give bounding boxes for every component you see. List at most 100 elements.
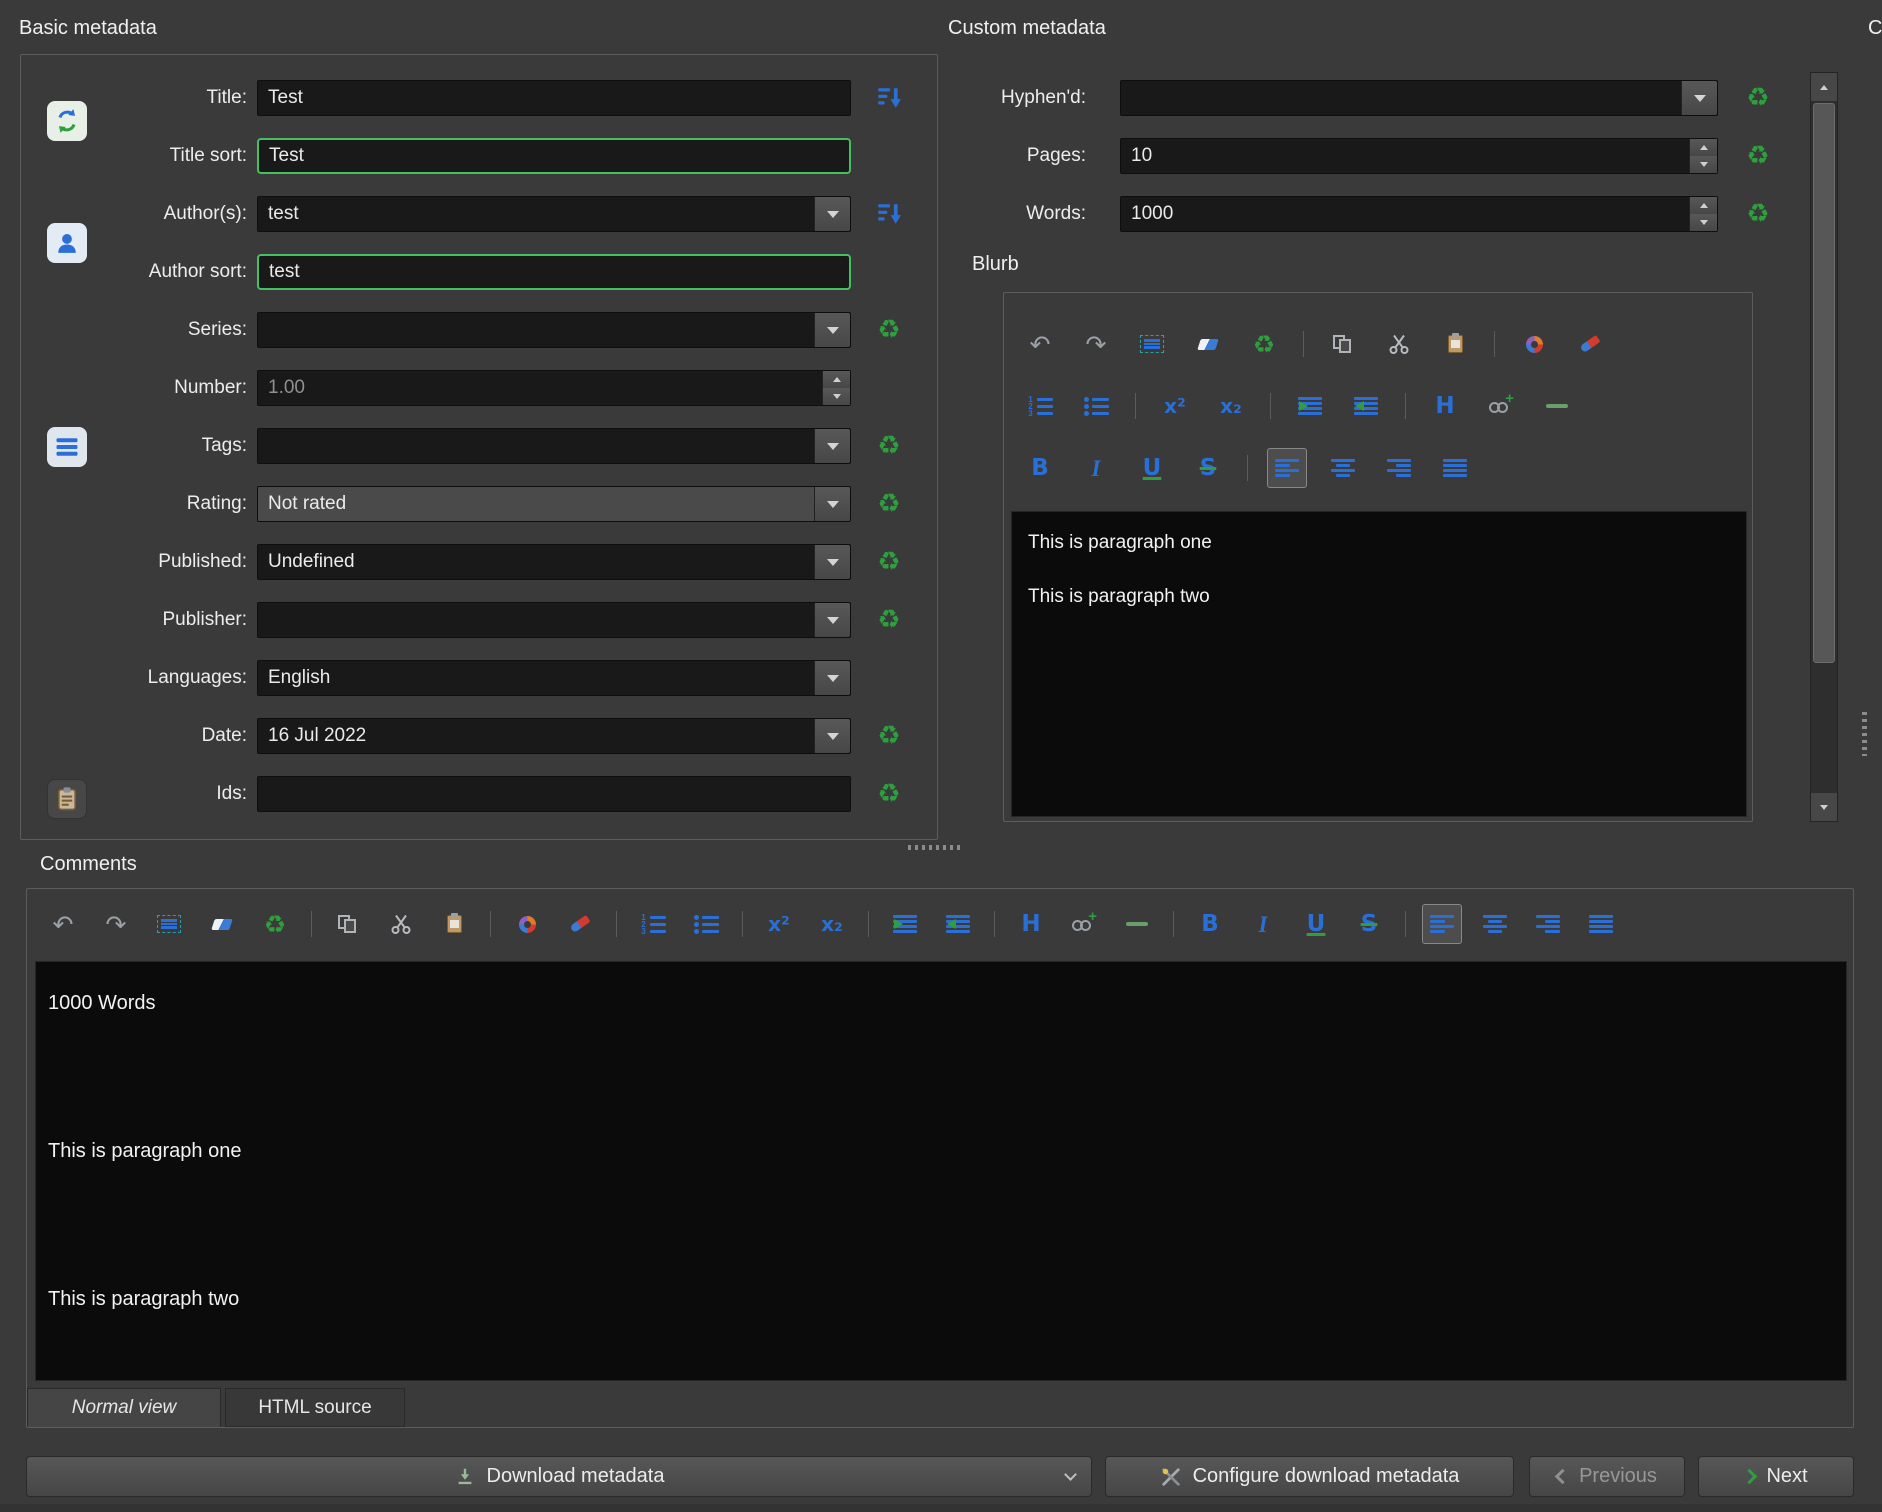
italic-icon[interactable]: I: [1243, 904, 1283, 944]
indent-icon[interactable]: [885, 904, 925, 944]
undo-icon[interactable]: ↶: [43, 904, 83, 944]
fill-color-icon[interactable]: [507, 904, 547, 944]
strikethrough-icon[interactable]: S: [1349, 904, 1389, 944]
superscript-icon[interactable]: x²: [759, 904, 799, 944]
scrollbar-thumb[interactable]: [1813, 103, 1835, 663]
outdent-icon[interactable]: [938, 904, 978, 944]
title-input[interactable]: [257, 80, 851, 116]
bold-icon[interactable]: B: [1190, 904, 1230, 944]
paste-icon[interactable]: [1435, 324, 1475, 364]
tab-html-source[interactable]: HTML source: [225, 1388, 405, 1427]
heading-icon[interactable]: H: [1425, 386, 1465, 426]
align-center-icon[interactable]: [1323, 448, 1363, 488]
horizontal-rule-icon[interactable]: [1537, 386, 1577, 426]
redo-icon[interactable]: ↷: [1076, 324, 1116, 364]
subscript-icon[interactable]: x₂: [1211, 386, 1251, 426]
comments-editor-area[interactable]: 1000 Words This is paragraph one This is p…: [35, 961, 1847, 1381]
clear-published-button[interactable]: ♻: [870, 543, 908, 581]
hyphend-combo[interactable]: [1120, 80, 1718, 116]
scroll-down-icon[interactable]: [1811, 793, 1837, 821]
chevron-down-icon[interactable]: [814, 545, 850, 579]
scroll-up-icon[interactable]: [1811, 73, 1837, 101]
clear-date-button[interactable]: ♻: [870, 717, 908, 755]
auto-title-sort-button[interactable]: [870, 79, 908, 117]
chevron-down-icon[interactable]: [814, 661, 850, 695]
authors-combo[interactable]: test: [257, 196, 851, 232]
spin-up-icon[interactable]: [823, 371, 850, 388]
align-center-icon[interactable]: [1475, 904, 1515, 944]
eraser-icon[interactable]: [202, 904, 242, 944]
clear-ids-button[interactable]: ♻: [870, 775, 908, 813]
clear-tags-button[interactable]: ♻: [870, 427, 908, 465]
underline-icon[interactable]: U: [1296, 904, 1336, 944]
heading-icon[interactable]: H: [1011, 904, 1051, 944]
paste-icon[interactable]: [434, 904, 474, 944]
insert-link-icon[interactable]: +: [1481, 386, 1521, 426]
rating-combo[interactable]: Not rated: [257, 486, 851, 522]
languages-combo[interactable]: English: [257, 660, 851, 696]
copy-icon[interactable]: [328, 904, 368, 944]
blurb-editor-area[interactable]: This is paragraph one This is paragraph t…: [1011, 511, 1747, 817]
cut-icon[interactable]: [381, 904, 421, 944]
fill-color-icon[interactable]: [1514, 324, 1554, 364]
clear-words-button[interactable]: ♻: [1739, 195, 1777, 233]
custom-metadata-scrollbar[interactable]: [1810, 72, 1838, 822]
spin-up-icon[interactable]: [1690, 139, 1717, 156]
paste-identifier-button[interactable]: [47, 779, 87, 819]
ids-input[interactable]: [257, 776, 851, 812]
align-right-icon[interactable]: [1379, 448, 1419, 488]
tab-normal-view[interactable]: Normal view: [27, 1388, 221, 1427]
swap-title-author-button[interactable]: [47, 101, 87, 141]
chevron-down-icon[interactable]: [814, 719, 850, 753]
copy-icon[interactable]: [1323, 324, 1363, 364]
select-all-icon[interactable]: [149, 904, 189, 944]
auto-author-sort-button[interactable]: [870, 195, 908, 233]
align-left-icon[interactable]: [1422, 904, 1462, 944]
bold-icon[interactable]: B: [1020, 448, 1060, 488]
undo-icon[interactable]: ↶: [1020, 324, 1060, 364]
align-left-icon[interactable]: [1267, 448, 1307, 488]
clear-publisher-button[interactable]: ♻: [870, 601, 908, 639]
clean-formatting-icon[interactable]: ♻: [1244, 324, 1284, 364]
format-brush-icon[interactable]: [1570, 324, 1610, 364]
tag-editor-button[interactable]: [47, 427, 87, 467]
words-spinner[interactable]: 1000: [1120, 196, 1718, 232]
spin-up-icon[interactable]: [1690, 197, 1717, 214]
indent-icon[interactable]: [1290, 386, 1330, 426]
chevron-down-icon[interactable]: [1681, 81, 1717, 115]
clear-series-button[interactable]: ♻: [870, 311, 908, 349]
redo-icon[interactable]: ↷: [96, 904, 136, 944]
next-button[interactable]: Next: [1698, 1456, 1854, 1497]
chevron-down-icon[interactable]: [814, 313, 850, 347]
clean-formatting-icon[interactable]: ♻: [255, 904, 295, 944]
clear-pages-button[interactable]: ♻: [1739, 137, 1777, 175]
italic-icon[interactable]: I: [1076, 448, 1116, 488]
horizontal-rule-icon[interactable]: [1117, 904, 1157, 944]
published-combo[interactable]: Undefined: [257, 544, 851, 580]
scrollbar-track[interactable]: [1811, 101, 1837, 793]
manage-authors-button[interactable]: [47, 223, 87, 263]
bullet-list-icon[interactable]: [686, 904, 726, 944]
chevron-down-icon[interactable]: [814, 487, 850, 521]
series-number-spinner[interactable]: 1.00: [257, 370, 851, 406]
align-justify-icon[interactable]: [1581, 904, 1621, 944]
clear-hyphend-button[interactable]: ♻: [1739, 79, 1777, 117]
eraser-icon[interactable]: [1188, 324, 1228, 364]
publisher-combo[interactable]: [257, 602, 851, 638]
cut-icon[interactable]: [1379, 324, 1419, 364]
vertical-splitter-handle[interactable]: [1862, 712, 1867, 756]
horizontal-splitter-handle[interactable]: [908, 845, 964, 850]
align-right-icon[interactable]: [1528, 904, 1568, 944]
align-justify-icon[interactable]: [1435, 448, 1475, 488]
spin-down-icon[interactable]: [1690, 156, 1717, 173]
ordered-list-icon[interactable]: 123: [633, 904, 673, 944]
insert-link-icon[interactable]: +: [1064, 904, 1104, 944]
underline-icon[interactable]: U: [1132, 448, 1172, 488]
title-sort-input[interactable]: [257, 138, 851, 174]
subscript-icon[interactable]: x₂: [812, 904, 852, 944]
bullet-list-icon[interactable]: [1076, 386, 1116, 426]
date-combo[interactable]: 16 Jul 2022: [257, 718, 851, 754]
configure-download-metadata-button[interactable]: Configure download metadata: [1105, 1456, 1514, 1497]
spin-down-icon[interactable]: [1690, 214, 1717, 231]
select-all-icon[interactable]: [1132, 324, 1172, 364]
